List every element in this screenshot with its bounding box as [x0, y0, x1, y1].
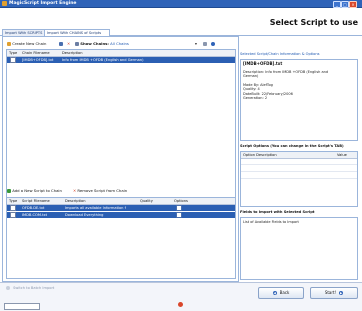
maximize-button[interactable]: □ [341, 1, 349, 8]
col-description: Description [65, 199, 86, 203]
batch-icon [6, 286, 10, 290]
chains-table: Type Chain Filename Description [IMDB+OF… [6, 49, 236, 221]
col-type: Type [9, 199, 18, 203]
tools-button[interactable] [203, 40, 207, 47]
script-description: Imports all available Information f [65, 206, 126, 210]
script-filename: OFDB.DE.txt [22, 206, 45, 210]
remove-script-label: Remove Script from Chain [77, 188, 128, 193]
options-title: Script Options (You can change in the Sc… [240, 144, 344, 148]
table-row[interactable]: OFDB.DE.txt Imports all available Inform… [7, 205, 235, 211]
status-icon [178, 302, 183, 307]
options-table-header: Option Description Value [241, 152, 357, 159]
chains-toolbar: Create New Chain ✕ Show Chains: All Chai… [5, 40, 235, 47]
selected-chain-name: [IMDB+OFDB].txt [243, 61, 283, 66]
script-description: Download Everything [65, 213, 104, 217]
switch-batch-label: Switch to Batch Import [13, 286, 55, 290]
create-chain-button[interactable]: Create New Chain [7, 40, 46, 47]
tab-import-with-scripts[interactable]: Import With SCRIPTS [2, 29, 46, 36]
row-divider [241, 178, 357, 179]
switch-batch-button[interactable]: Switch to Batch Import [6, 286, 54, 290]
col-chain-filename: Chain Filename [22, 51, 50, 55]
add-script-label: Add a New Script to Chain [12, 188, 62, 193]
save-chain-button[interactable] [59, 40, 63, 47]
page-title: Select Script to use [269, 18, 358, 27]
fields-list: List of Available Fields to Import [240, 217, 358, 280]
back-button[interactable]: ◀ Back [258, 287, 304, 299]
options-icon[interactable] [176, 212, 182, 218]
show-chains-filter[interactable]: Show Chains: All Chains [75, 40, 129, 47]
remove-icon: ✕ [73, 188, 77, 193]
col-quality: Quality [140, 199, 153, 203]
settings-button[interactable] [211, 40, 215, 47]
col-description: Description [62, 51, 83, 55]
chain-file-icon [10, 57, 16, 63]
add-icon [7, 189, 11, 193]
scripts-table: Type Script Filename Description Quality… [6, 197, 236, 279]
footer-bar: Switch to Batch Import ◀ Back Start! ▶ [0, 282, 362, 311]
col-script-filename: Script Filename [22, 199, 50, 203]
show-chains-value: All Chains [110, 41, 129, 46]
forward-arrow-icon: ▶ [339, 291, 344, 295]
details-generation: Generation: 2 [243, 96, 268, 101]
details-pane: Selected Script/Chain Information & Opti… [240, 52, 358, 280]
chains-table-header: Type Chain Filename Description [7, 50, 235, 57]
fields-list-label: List of Available Fields to Import [243, 220, 299, 224]
create-chain-label: Create New Chain [12, 41, 47, 46]
chevron-down-icon: ▾ [195, 41, 197, 46]
progress-bar [4, 303, 40, 310]
col-type: Type [9, 51, 18, 55]
back-arrow-icon: ◀ [272, 291, 277, 295]
details-box: [IMDB+OFDB].txt Description: Info from I… [240, 59, 358, 141]
details-description-cont: German) [243, 74, 259, 79]
app-icon [2, 1, 7, 6]
start-label: Start! [324, 290, 337, 295]
dropdown-arrow[interactable]: ▾ [195, 40, 197, 47]
details-title: Selected Script/Chain Information & Opti… [240, 52, 320, 56]
table-row[interactable]: [IMDB+OFDB].txt Info from IMDB +OFDB (En… [7, 57, 235, 63]
col-option-description: Option Description [243, 153, 277, 157]
scripts-table-header: Type Script Filename Description Quality… [7, 198, 235, 205]
script-file-icon [10, 205, 16, 211]
title-bar: MagicScript Import Engine _ □ × [0, 0, 362, 8]
col-options: Options [174, 199, 188, 203]
options-table: Option Description Value [240, 151, 358, 207]
start-button[interactable]: Start! ▶ [310, 287, 358, 299]
window-title: MagicScript Import Engine [9, 1, 77, 6]
row-divider [241, 164, 357, 165]
script-filename: IMDB.COM.txt [22, 213, 48, 217]
row-divider [241, 171, 357, 172]
col-value: Value [337, 153, 347, 157]
table-row[interactable]: IMDB.COM.txt Download Everything [7, 212, 235, 218]
script-file-icon [10, 212, 16, 218]
close-button[interactable]: × [349, 1, 357, 8]
delete-chain-button[interactable]: ✕ [67, 40, 70, 47]
chains-pane: Create New Chain ✕ Show Chains: All Chai… [2, 36, 239, 282]
fields-title: Fields to Import with Selected Script [240, 210, 315, 214]
show-chains-label: Show Chains: [80, 41, 109, 46]
add-script-button[interactable]: Add a New Script to Chain [7, 187, 62, 194]
new-chain-icon [7, 42, 11, 46]
gear-icon [211, 42, 215, 46]
wrench-icon [203, 42, 207, 46]
remove-script-button[interactable]: ✕ Remove Script from Chain [73, 187, 127, 194]
script-actions-bar: Add a New Script to Chain ✕ Remove Scrip… [5, 187, 235, 194]
options-icon[interactable] [176, 205, 182, 211]
minimize-button[interactable]: _ [333, 1, 341, 8]
chain-filename: [IMDB+OFDB].txt [22, 58, 54, 62]
chain-description: Info from IMDB +OFDB (English and German… [62, 58, 144, 62]
tab-import-with-chains[interactable]: Import With CHAINS of Scripts [44, 29, 110, 36]
filter-icon [75, 42, 79, 46]
back-label: Back [279, 290, 290, 295]
save-icon [59, 42, 63, 46]
delete-icon: ✕ [67, 41, 71, 46]
